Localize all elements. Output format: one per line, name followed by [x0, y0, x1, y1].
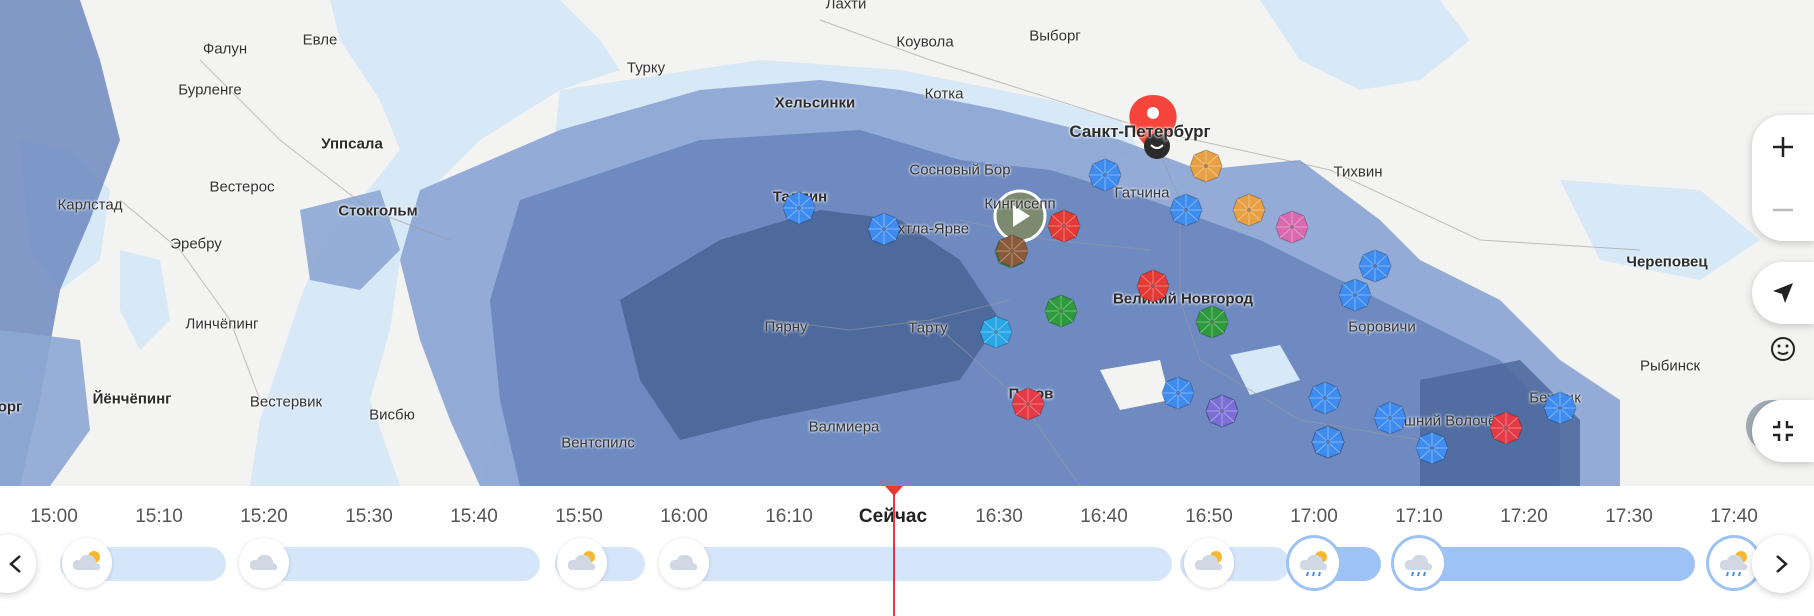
- city-label: Карлстад: [57, 196, 123, 214]
- city-label: Лахти: [825, 0, 867, 13]
- smile-icon: [1771, 337, 1795, 361]
- map-base: [0, 0, 1814, 486]
- partly-cloudy-icon[interactable]: [62, 538, 112, 588]
- city-label: Тихвин: [1333, 163, 1383, 181]
- chevron-right-icon: [1776, 555, 1788, 573]
- umbrella-marker-icon[interactable]: [1308, 381, 1342, 415]
- time-tick-label[interactable]: 15:40: [450, 506, 498, 528]
- city-label: Вестерос: [209, 178, 275, 196]
- city-label: Валмиера: [808, 418, 880, 436]
- city-label: Рыбинск: [1639, 357, 1701, 375]
- umbrella-marker-icon[interactable]: [1044, 294, 1078, 328]
- umbrella-marker-icon[interactable]: [1489, 411, 1523, 445]
- city-label: Хельсинки: [774, 94, 856, 112]
- current-time-line: [893, 486, 895, 616]
- time-tick-label[interactable]: 15:50: [555, 506, 603, 528]
- rain-icon[interactable]: [1394, 538, 1444, 588]
- time-tick-label[interactable]: 16:50: [1185, 506, 1233, 528]
- umbrella-marker-icon[interactable]: [1011, 387, 1045, 421]
- umbrella-marker-icon[interactable]: [1195, 305, 1229, 339]
- city-label: Коувола: [896, 33, 954, 51]
- city-label: орг: [0, 398, 23, 416]
- umbrella-marker-icon[interactable]: [995, 234, 1029, 268]
- city-label: Висбю: [369, 406, 415, 424]
- umbrella-marker-icon[interactable]: [1232, 193, 1266, 227]
- time-tick-label[interactable]: 16:00: [660, 506, 708, 528]
- partly-cloudy-icon[interactable]: [557, 538, 607, 588]
- time-tick-label[interactable]: 15:00: [30, 506, 78, 528]
- city-label: Бурленге: [178, 81, 242, 99]
- umbrella-marker-icon[interactable]: [1415, 431, 1449, 465]
- time-tick-label[interactable]: 16:40: [1080, 506, 1128, 528]
- forecast-bar: [660, 547, 1172, 581]
- city-label: Вестервик: [249, 393, 323, 411]
- umbrella-marker-icon[interactable]: [1373, 401, 1407, 435]
- forecast-bar: [1400, 547, 1695, 581]
- cloudy-icon[interactable]: [239, 538, 289, 588]
- current-time-marker: [885, 486, 903, 496]
- time-tick-label[interactable]: 17:30: [1605, 506, 1653, 528]
- city-label: Великий Новгород: [1112, 290, 1254, 308]
- time-tick-label[interactable]: 16:10: [765, 506, 813, 528]
- time-tick-label[interactable]: 17:20: [1500, 506, 1548, 528]
- feedback-button[interactable]: [1752, 318, 1814, 380]
- zoom-controls: [1752, 115, 1814, 241]
- umbrella-marker-icon[interactable]: [1543, 391, 1577, 425]
- zoom-in-button[interactable]: [1752, 115, 1814, 178]
- city-label: Стокгольм: [338, 202, 418, 220]
- time-tick-label[interactable]: 17:00: [1290, 506, 1338, 528]
- umbrella-marker-icon[interactable]: [1311, 425, 1345, 459]
- city-label: Боровичи: [1348, 318, 1416, 336]
- city-label: Турку: [626, 59, 666, 77]
- city-label: Тарту: [908, 319, 948, 337]
- umbrella-marker-icon[interactable]: [1136, 269, 1170, 303]
- city-label: Котка: [924, 85, 964, 103]
- umbrella-marker-icon[interactable]: [782, 191, 816, 225]
- timeline-next-button[interactable]: [1752, 535, 1810, 593]
- rain-sun-icon[interactable]: [1289, 538, 1339, 588]
- city-label: Линчёпинг: [185, 315, 259, 333]
- city-label: Кингисепп: [984, 195, 1056, 213]
- time-tick-label[interactable]: 15:10: [135, 506, 183, 528]
- navigation-arrow-icon: [1773, 283, 1793, 303]
- city-label: Выборг: [1029, 27, 1081, 45]
- chevron-left-icon: [9, 555, 21, 573]
- city-label: Уппсала: [321, 135, 383, 153]
- umbrella-marker-icon[interactable]: [1275, 210, 1309, 244]
- city-label: Йёнчёпинг: [92, 390, 172, 408]
- umbrella-marker-icon[interactable]: [1205, 394, 1239, 428]
- zoom-out-button[interactable]: [1752, 178, 1814, 241]
- weather-map[interactable]: Фалун Евле Бурленге Турку Лахти Коувола Выборг…: [0, 0, 1814, 486]
- partly-cloudy-icon[interactable]: [1184, 538, 1234, 588]
- umbrella-marker-icon[interactable]: [979, 315, 1013, 349]
- city-label: Сосновый Бор: [909, 161, 1011, 179]
- umbrella-marker-icon[interactable]: [1169, 193, 1203, 227]
- city-label: Череповец: [1626, 253, 1708, 271]
- umbrella-marker-icon[interactable]: [1161, 376, 1195, 410]
- city-label: Пярну: [764, 318, 808, 336]
- plus-icon: [1773, 136, 1793, 157]
- time-tick-label[interactable]: 15:30: [345, 506, 393, 528]
- locate-button[interactable]: [1752, 262, 1814, 324]
- time-tick-label[interactable]: 17:10: [1395, 506, 1443, 528]
- city-label: Вентспилс: [561, 434, 635, 452]
- time-tick-label[interactable]: 16:30: [975, 506, 1023, 528]
- city-label: Эребру: [170, 235, 222, 253]
- timeline[interactable]: 15:00 15:10 15:20 15:30 15:40 15:50 16:00 16:10…: [0, 486, 1814, 616]
- city-label: Евле: [302, 31, 338, 49]
- umbrella-marker-icon[interactable]: [1088, 158, 1122, 192]
- umbrella-marker-icon[interactable]: [1189, 149, 1223, 183]
- umbrella-marker-icon[interactable]: [1338, 278, 1372, 312]
- collapse-icon: [1773, 421, 1793, 441]
- cloudy-icon[interactable]: [659, 538, 709, 588]
- city-label: Санкт-Петербург: [1069, 122, 1211, 141]
- umbrella-marker-icon[interactable]: [867, 212, 901, 246]
- minus-icon: [1773, 208, 1793, 211]
- umbrella-marker-icon[interactable]: [1047, 209, 1081, 243]
- fullscreen-button[interactable]: [1752, 400, 1814, 462]
- time-tick-label[interactable]: 15:20: [240, 506, 288, 528]
- time-tick-label[interactable]: 17:40: [1710, 506, 1758, 528]
- city-label: Фалун: [202, 40, 248, 58]
- city-label: Гатчина: [1114, 184, 1170, 202]
